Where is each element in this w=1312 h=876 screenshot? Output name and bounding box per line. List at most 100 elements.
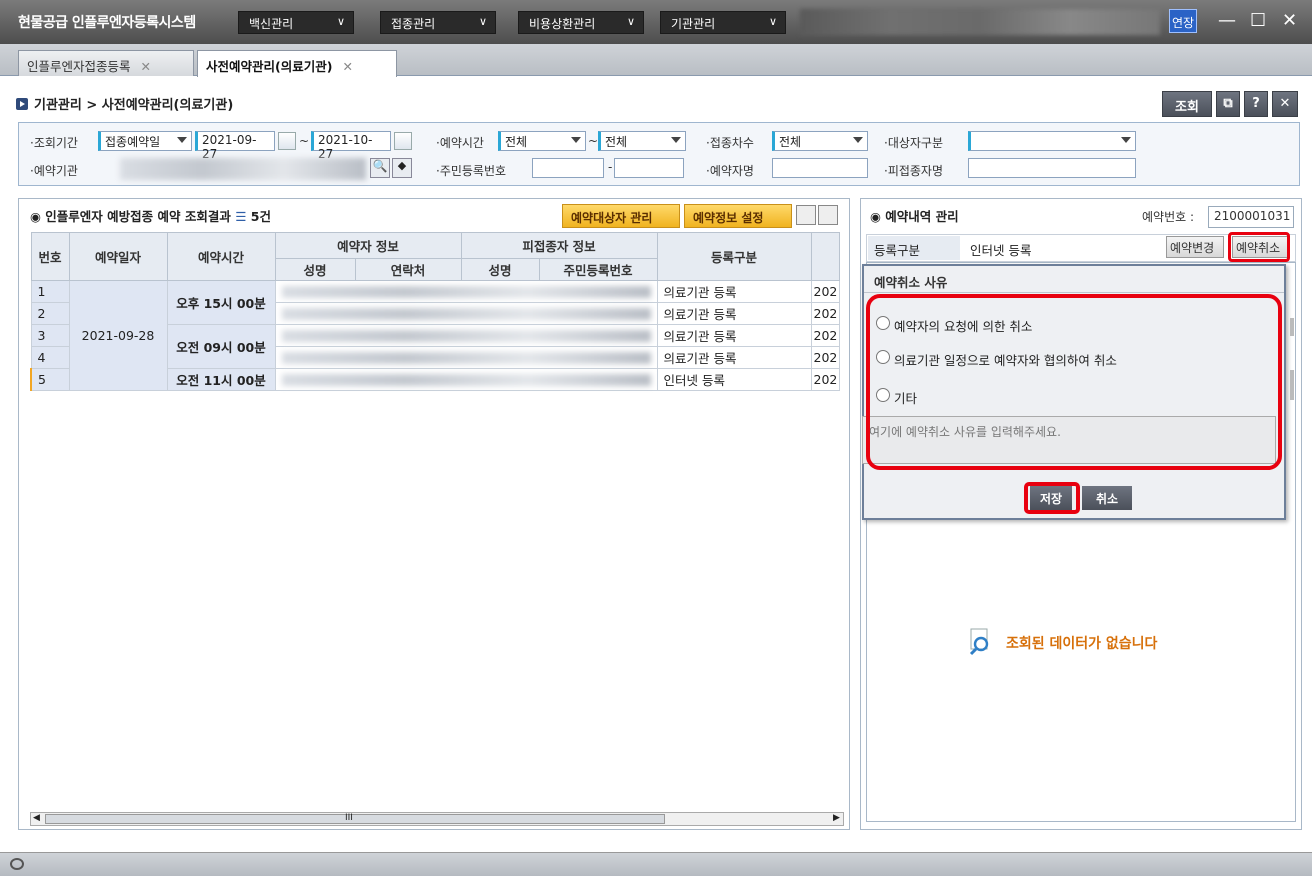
close-tab-icon[interactable]: ✕ <box>141 59 151 74</box>
chat-icon[interactable] <box>10 858 24 870</box>
time-from-select[interactable]: 전체 <box>498 131 586 151</box>
result-title: ◉ 인플루엔자 예방접종 예약 조회결과 ☰ 5건 <box>30 209 271 224</box>
cell-personal-blurred <box>274 302 658 325</box>
select-value: 전체 <box>505 135 528 149</box>
cell-no: 4 <box>30 346 70 369</box>
no-data-message: 조회된 데이터가 없습니다 <box>1006 636 1158 652</box>
reservation-number-value: 2100001031 <box>1208 206 1294 228</box>
tab-preregistration[interactable]: 사전예약관리(의료기관) ✕ <box>197 50 397 77</box>
magnifier-document-icon <box>969 628 989 656</box>
cell-reg-type: 의료기관 등록 <box>656 324 812 347</box>
rrn-label: ·주민등록번호 <box>436 164 507 178</box>
search-icon[interactable]: 🔍 <box>370 158 390 178</box>
dropdown-arrow-icon <box>853 137 863 143</box>
period-label: ·조회기간 <box>30 136 78 150</box>
header-time: 예약시간 <box>166 232 276 281</box>
dialog-title: 예약취소 사유 <box>874 275 948 290</box>
cell-extra: 202 <box>810 368 841 391</box>
scroll-grip: III <box>345 813 353 823</box>
menu-vaccination[interactable]: 접종관리 ∨ <box>380 11 496 34</box>
cancel-button[interactable]: 취소 <box>1082 486 1132 510</box>
time-to-select[interactable]: 전체 <box>598 131 686 151</box>
cell-time: 오후 15시 00분 <box>166 280 276 325</box>
menu-label: 접종관리 <box>391 17 436 31</box>
rrn-front-input[interactable] <box>532 158 604 178</box>
menu-reimbursement[interactable]: 비용상환관리 ∨ <box>518 11 644 34</box>
menu-label: 비용상환관리 <box>529 17 596 31</box>
menu-institution[interactable]: 기관관리 ∨ <box>660 11 786 34</box>
eraser-icon[interactable]: ◆ <box>392 158 412 178</box>
header-contact: 연락처 <box>354 258 462 281</box>
horizontal-scrollbar[interactable]: ◀ III ▶ <box>30 812 844 826</box>
minimize-icon[interactable]: — <box>1218 10 1236 31</box>
calendar-icon[interactable] <box>394 132 412 150</box>
rrn-back-input[interactable] <box>614 158 684 178</box>
menu-vaccine[interactable]: 백신관리 ∨ <box>238 11 354 34</box>
reserver-name-label: ·예약자명 <box>706 164 754 178</box>
app-title: 현물공급 인플루엔자등록시스템 <box>18 15 196 31</box>
breadcrumb-text: 기관관리 > 사전예약관리(의료기관) <box>34 98 234 113</box>
header-reserver-name: 성명 <box>274 258 356 281</box>
header-rrn: 주민등록번호 <box>538 258 658 281</box>
target-management-button[interactable]: 예약대상자 관리 <box>562 204 680 228</box>
maximize-icon[interactable]: ☐ <box>1250 10 1266 31</box>
chevron-down-icon: ∨ <box>626 15 635 28</box>
close-icon[interactable]: ✕ <box>1282 10 1297 31</box>
tab-flu-registration[interactable]: 인플루엔자접종등록 ✕ <box>18 50 194 76</box>
period-type-select[interactable]: 접종예약일 <box>98 131 192 151</box>
cell-no: 1 <box>30 280 70 303</box>
dose-select[interactable]: 전체 <box>772 131 868 151</box>
search-button[interactable]: 조회 <box>1162 91 1212 117</box>
print-icon[interactable] <box>796 205 816 225</box>
target-select[interactable] <box>968 131 1136 151</box>
header-reserver: 예약자 정보 <box>274 232 462 259</box>
cell-reg-type: 의료기관 등록 <box>656 302 812 325</box>
cell-reg-type: 인터넷 등록 <box>656 368 812 391</box>
date-to-input[interactable]: 2021-10-27 <box>311 131 391 161</box>
popout-icon[interactable]: ⧉ <box>1216 91 1240 117</box>
list-icon: ☰ <box>235 209 247 224</box>
date-separator: ~ <box>299 134 310 148</box>
result-title-text: 인플루엔자 예방접종 예약 조회결과 <box>45 209 231 224</box>
institution-label: ·예약기관 <box>30 164 78 178</box>
dropdown-arrow-icon <box>177 137 187 143</box>
extend-session-button[interactable]: 연장 <box>1169 9 1197 33</box>
tab-label: 인플루엔자접종등록 <box>27 59 131 74</box>
reserver-name-input[interactable] <box>772 158 868 178</box>
reservation-setting-button[interactable]: 예약정보 설정 <box>684 204 792 228</box>
calendar-icon[interactable] <box>278 132 296 150</box>
dropdown-arrow-icon <box>671 137 681 143</box>
menu-label: 백신관리 <box>249 17 294 31</box>
table-row[interactable]: 1 2021-09-28 오후 15시 00분 의료기관 등록 202 <box>30 280 841 391</box>
side-edge <box>1290 318 1294 336</box>
close-page-icon[interactable]: ✕ <box>1272 91 1298 117</box>
rrn-separator: - <box>608 160 613 174</box>
scroll-right-icon[interactable]: ▶ <box>833 813 840 823</box>
dose-label: ·접종차수 <box>706 136 754 150</box>
scroll-left-icon[interactable]: ◀ <box>33 813 40 823</box>
header-no: 번호 <box>30 232 70 281</box>
cell-time: 오전 11시 00분 <box>166 368 276 391</box>
detail-title: ◉ 예약내역 관리 <box>870 209 959 224</box>
status-bar <box>0 852 1312 876</box>
chevron-down-icon: ∨ <box>336 15 345 28</box>
reservation-number-label: 예약번호 : <box>1142 210 1195 224</box>
close-tab-icon[interactable]: ✕ <box>342 59 352 74</box>
date-from-input[interactable]: 2021-09-27 <box>195 131 275 161</box>
scroll-thumb[interactable] <box>45 814 665 824</box>
vaccinee-name-label: ·피접종자명 <box>884 164 944 178</box>
vaccinee-name-input[interactable] <box>968 158 1136 178</box>
excel-icon[interactable] <box>818 205 838 225</box>
dropdown-arrow-icon <box>1121 137 1131 143</box>
highlight-cancel-reservation <box>1228 232 1290 262</box>
help-button[interactable]: ? <box>1244 91 1268 117</box>
chevron-down-icon: ∨ <box>478 15 487 28</box>
change-reservation-button[interactable]: 예약변경 <box>1166 236 1224 258</box>
time-label: ·예약시간 <box>436 136 484 150</box>
chevron-down-icon: ∨ <box>768 15 777 28</box>
breadcrumb: 기관관리 > 사전예약관리(의료기관) <box>16 94 233 113</box>
cell-personal-blurred <box>274 280 658 303</box>
reg-type-value: 인터넷 등록 <box>970 243 1032 258</box>
cell-extra: 202 <box>810 302 841 325</box>
cell-date: 2021-09-28 <box>68 280 168 391</box>
